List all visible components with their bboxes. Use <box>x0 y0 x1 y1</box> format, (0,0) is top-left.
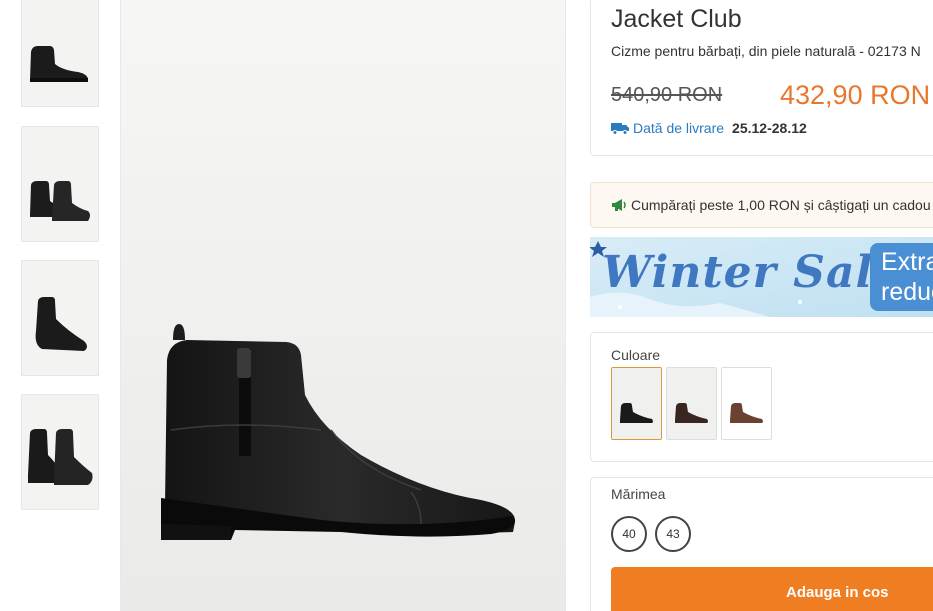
product-brand: Jacket Club <box>611 5 742 33</box>
product-subtitle: Cizme pentru bărbați, din piele naturală… <box>611 43 921 59</box>
thumbnail-4[interactable] <box>21 394 99 510</box>
size-option-43[interactable]: 43 <box>655 516 691 552</box>
product-page: Jacket Club Cizme pentru bărbați, din pi… <box>0 0 933 611</box>
size-label: Mărimea <box>611 486 666 502</box>
winter-sale-banner[interactable]: Winter Sale Extra reduceri <box>590 237 933 317</box>
delivery-info: Dată de livrare 25.12-28.12 <box>611 120 807 136</box>
banner-extra-line1: Extra <box>881 248 933 276</box>
color-swatch-black[interactable] <box>611 367 662 440</box>
thumbnail-3[interactable] <box>21 260 99 376</box>
promo-text: Cumpărați peste 1,00 RON și câștigați un… <box>631 197 931 213</box>
color-label: Culoare <box>611 347 661 363</box>
delivery-date: 25.12-28.12 <box>732 120 807 136</box>
delivery-label[interactable]: Dată de livrare <box>633 120 724 136</box>
banner-extra-text: Extra reduceri <box>881 247 933 307</box>
main-product-image[interactable] <box>120 0 566 611</box>
thumbnail-2[interactable] <box>21 126 99 242</box>
color-swatch-brown[interactable] <box>721 367 772 440</box>
color-swatch-dark-brown[interactable] <box>666 367 717 440</box>
banner-extra-line2: reduceri <box>881 278 933 306</box>
add-to-cart-button[interactable]: Adauga in cos <box>611 567 933 611</box>
banner-title: Winter Sale <box>602 247 903 298</box>
old-price: 540,90 RON <box>611 84 723 106</box>
size-option-40[interactable]: 40 <box>611 516 647 552</box>
megaphone-icon <box>612 199 626 211</box>
thumbnail-1[interactable] <box>21 0 99 107</box>
truck-icon <box>611 123 629 135</box>
gift-promo-banner: Cumpărați peste 1,00 RON și câștigați un… <box>590 182 933 228</box>
current-price: 432,90 RON <box>780 80 931 110</box>
